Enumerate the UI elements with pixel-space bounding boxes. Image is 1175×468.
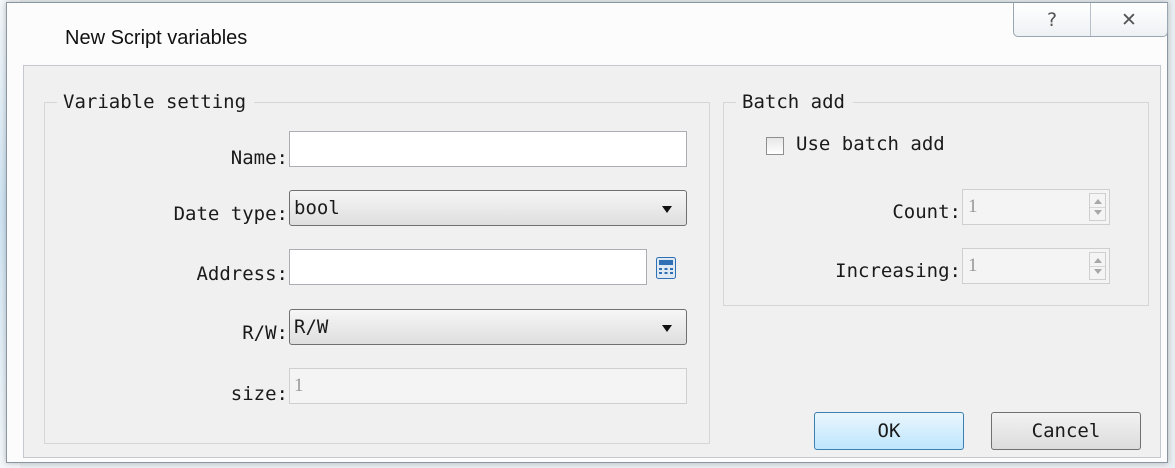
name-label: Name: <box>230 147 288 169</box>
spin-up-icon <box>1094 199 1102 204</box>
caption-buttons: ? ✕ <box>1013 3 1168 37</box>
dialog-window: New Script variables ? ✕ Variable settin… <box>6 2 1168 463</box>
increasing-spinbox: 1 <box>962 248 1110 284</box>
date-type-select[interactable]: bool <box>289 190 687 226</box>
name-input[interactable] <box>289 131 687 167</box>
window-title: New Script variables <box>65 27 248 49</box>
close-icon[interactable]: ✕ <box>1090 3 1167 36</box>
use-batch-add-checkbox[interactable] <box>766 137 784 155</box>
rw-label: R/W: <box>242 322 288 344</box>
help-icon[interactable]: ? <box>1014 3 1090 36</box>
batch-add-title: Batch add <box>736 91 853 113</box>
date-type-value: bool <box>294 197 340 219</box>
cancel-button[interactable]: Cancel <box>991 412 1141 450</box>
increasing-spin-buttons <box>1089 252 1106 280</box>
rw-value: R/W <box>294 316 329 338</box>
chevron-down-icon <box>662 206 672 213</box>
increasing-label: Increasing: <box>835 260 961 282</box>
variable-setting-title: Variable setting <box>57 91 255 113</box>
spin-down-icon <box>1094 269 1102 274</box>
date-type-label: Date type: <box>173 203 288 225</box>
size-label: size: <box>230 383 288 405</box>
spin-down-icon <box>1094 210 1102 215</box>
count-spinbox: 1 <box>962 189 1110 225</box>
dialog-body: Variable setting Name: Date type: bool A… <box>23 65 1161 458</box>
ok-button[interactable]: OK <box>814 412 964 450</box>
address-label: Address: <box>196 263 288 285</box>
batch-add-group: Batch add Use batch add Count: 1 Increas… <box>723 91 1149 306</box>
count-spin-buttons <box>1089 193 1106 221</box>
address-input[interactable] <box>289 249 647 285</box>
chevron-down-icon <box>662 325 672 332</box>
count-label: Count: <box>892 201 961 223</box>
variable-setting-group: Variable setting Name: Date type: bool A… <box>44 91 710 444</box>
calculator-icon[interactable] <box>656 257 676 279</box>
spin-up-icon <box>1094 258 1102 263</box>
size-input: 1 <box>289 368 687 404</box>
rw-select[interactable]: R/W <box>289 309 687 345</box>
use-batch-add-label[interactable]: Use batch add <box>796 133 945 155</box>
increasing-value: 1 <box>968 255 978 276</box>
count-value: 1 <box>968 196 978 217</box>
